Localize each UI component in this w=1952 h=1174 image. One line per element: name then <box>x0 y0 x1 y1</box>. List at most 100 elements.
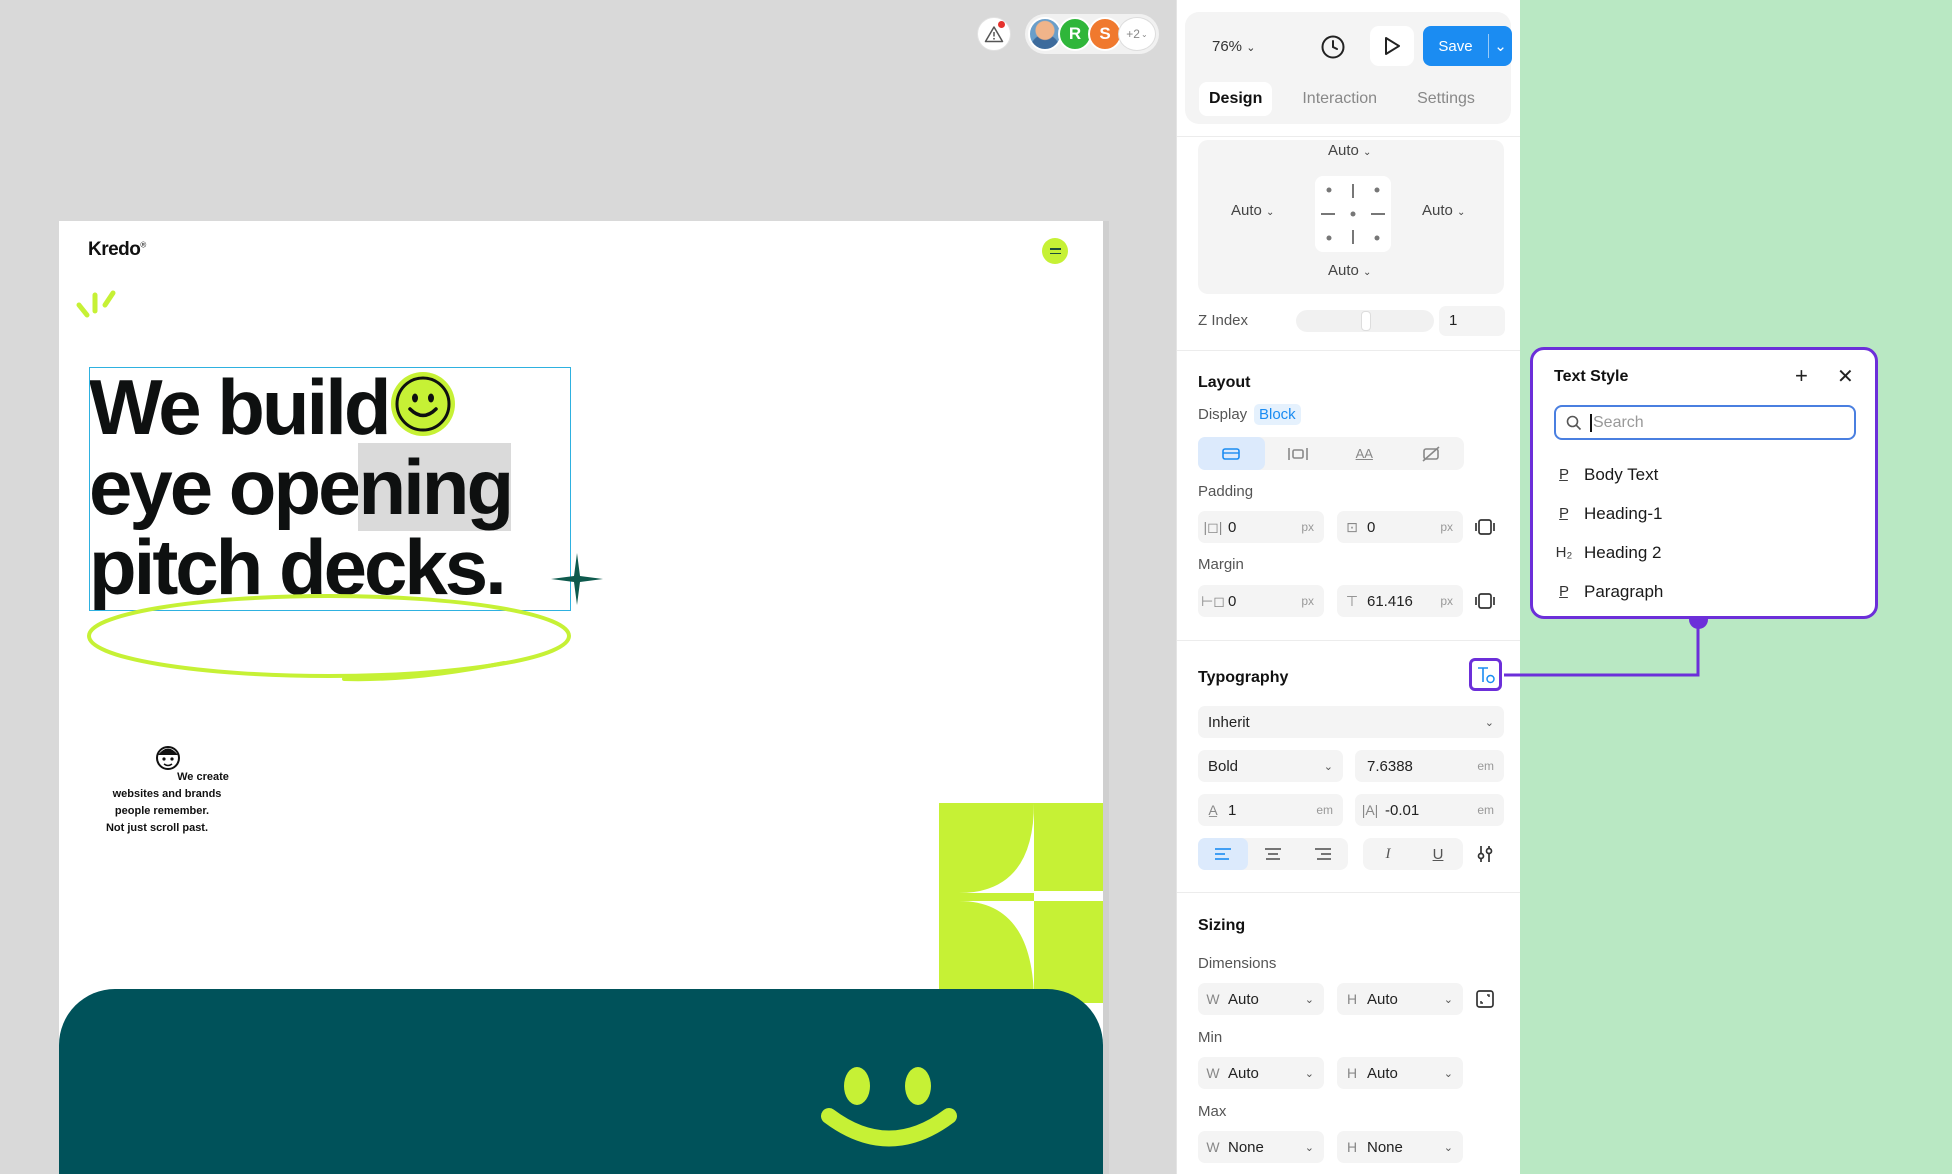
margin-individual-sides-icon[interactable] <box>1473 589 1497 613</box>
paragraph-style-icon: P̲ <box>1558 505 1569 522</box>
tagline-line: Not just scroll past. <box>105 822 209 834</box>
aspect-ratio-icon[interactable] <box>1473 987 1497 1011</box>
height-select[interactable]: H Auto ⌄ <box>1337 983 1463 1015</box>
save-label: Save <box>1438 37 1473 55</box>
align-right-icon <box>1315 848 1331 860</box>
style-item-heading-2[interactable]: H₂ Heading 2 <box>1554 533 1663 572</box>
position-left-select[interactable]: Auto ⌄ <box>1231 202 1274 219</box>
max-width-value: None <box>1228 1138 1264 1156</box>
max-height-select[interactable]: H None ⌄ <box>1337 1131 1463 1163</box>
position-top-value: Auto <box>1328 142 1359 159</box>
italic-option[interactable]: I <box>1363 838 1413 870</box>
display-flex-option[interactable] <box>1265 437 1332 470</box>
min-height-select[interactable]: H Auto ⌄ <box>1337 1057 1463 1089</box>
width-select[interactable]: W Auto ⌄ <box>1198 983 1324 1015</box>
chevron-down-icon: ⌄ <box>1323 760 1333 773</box>
underline-option[interactable]: U <box>1413 838 1463 870</box>
save-button[interactable]: Save ⌄ <box>1423 26 1512 66</box>
warnings-button[interactable] <box>977 17 1011 51</box>
typography-title: Typography <box>1198 669 1289 686</box>
collaborator-avatars[interactable]: R S +2 ⌄ <box>1025 14 1159 54</box>
history-clock-icon[interactable] <box>1320 34 1346 60</box>
tab-settings[interactable]: Settings <box>1407 82 1485 116</box>
font-size-input[interactable]: 7.6388 em <box>1355 750 1504 782</box>
text-style-icon <box>1477 666 1495 683</box>
display-inline-option[interactable]: AA <box>1331 437 1398 470</box>
style-item-heading-1[interactable]: P̲ Heading-1 <box>1554 494 1663 533</box>
display-value-badge[interactable]: Block <box>1254 404 1301 425</box>
min-label: Min <box>1198 1029 1223 1046</box>
close-icon[interactable]: ✕ <box>1837 364 1854 389</box>
align-center-icon <box>1265 848 1281 860</box>
avatar-s[interactable]: S <box>1088 17 1122 51</box>
chevron-down-icon: ⌄ <box>1443 1067 1453 1080</box>
height-letter: H <box>1346 1065 1358 1081</box>
collaboration-bar: R S +2 ⌄ <box>977 14 1159 54</box>
avatar-r[interactable]: R <box>1058 17 1092 51</box>
heading-2-icon: H₂ <box>1555 544 1573 561</box>
margin-horizontal-input[interactable]: ⊢◻ 0 px <box>1198 585 1324 617</box>
chevron-down-icon: ⌄ <box>1140 29 1148 39</box>
italic-icon: I <box>1385 845 1391 862</box>
padding-horizontal-icon: |◻| <box>1203 518 1223 535</box>
position-bottom-select[interactable]: Auto ⌄ <box>1328 262 1371 279</box>
properties-panel: 76% ⌄ Save ⌄ Design Interaction Settings… <box>1176 0 1520 1174</box>
line-height-icon: A̲ <box>1208 802 1218 818</box>
display-block-option[interactable] <box>1198 437 1265 470</box>
tab-interaction[interactable]: Interaction <box>1292 82 1387 116</box>
line-height-input[interactable]: A̲ 1 em <box>1198 794 1343 826</box>
more-count: +2 <box>1126 27 1140 41</box>
unit-label: em <box>1477 803 1494 817</box>
menu-button[interactable] <box>1042 238 1068 264</box>
more-collaborators-button[interactable]: +2 ⌄ <box>1118 17 1156 51</box>
block-icon <box>1222 447 1241 460</box>
padding-vertical-input[interactable]: ⊡ 0 px <box>1337 511 1463 543</box>
align-right-option[interactable] <box>1298 838 1348 870</box>
align-center-option[interactable] <box>1248 838 1298 870</box>
text-selection-highlight: ning <box>358 443 514 531</box>
position-right-select[interactable]: Auto ⌄ <box>1422 202 1465 219</box>
slider-thumb[interactable] <box>1361 311 1371 331</box>
chevron-down-icon: ⌄ <box>1304 1067 1314 1080</box>
sparkle-lines-icon <box>76 290 116 318</box>
preview-button[interactable] <box>1370 26 1414 66</box>
text-settings-sliders-icon[interactable] <box>1473 842 1497 866</box>
save-options-chevron-icon[interactable]: ⌄ <box>1488 34 1512 58</box>
font-weight-select[interactable]: Bold ⌄ <box>1198 750 1343 782</box>
text-style-button[interactable] <box>1469 658 1502 691</box>
display-none-option[interactable] <box>1398 437 1465 470</box>
position-editor: Auto ⌄ Auto ⌄ Auto ⌄ Auto ⌄ <box>1198 140 1504 294</box>
avatar[interactable] <box>1028 17 1062 51</box>
zoom-dropdown[interactable]: 76% ⌄ <box>1212 38 1255 55</box>
artboard-frame[interactable]: Kredo® We build eye opening pitch decks. <box>59 221 1109 1174</box>
min-width-select[interactable]: W Auto ⌄ <box>1198 1057 1324 1089</box>
style-item-paragraph[interactable]: P̲ Paragraph <box>1554 572 1663 611</box>
tab-design[interactable]: Design <box>1199 82 1273 116</box>
align-left-option[interactable] <box>1198 838 1248 870</box>
font-size-value: 7.6388 <box>1367 757 1413 775</box>
z-index-slider[interactable] <box>1296 310 1434 332</box>
style-item-body-text[interactable]: P̲ Body Text <box>1554 455 1663 494</box>
registered-mark: ® <box>140 240 146 250</box>
alignment-grid-icon[interactable] <box>1315 176 1391 252</box>
smile-face-icon <box>821 1067 957 1147</box>
style-search-input[interactable]: Search <box>1554 405 1856 440</box>
face-illustration-icon <box>156 746 180 770</box>
divider <box>1177 350 1520 351</box>
paragraph-style-icon: P̲ <box>1558 583 1569 600</box>
design-canvas[interactable]: R S +2 ⌄ Kredo® We build eye opening pitc… <box>0 0 1176 1174</box>
text-decoration-segmented: I U <box>1363 838 1463 870</box>
padding-horizontal-input[interactable]: |◻| 0 px <box>1198 511 1324 543</box>
padding-individual-sides-icon[interactable] <box>1473 515 1497 539</box>
letter-spacing-input[interactable]: |A| -0.01 em <box>1355 794 1504 826</box>
font-family-select[interactable]: Inherit ⌄ <box>1198 706 1504 738</box>
letter-spacing-value: -0.01 <box>1385 801 1420 819</box>
margin-label: Margin <box>1198 556 1244 573</box>
add-style-icon[interactable]: + <box>1795 363 1808 389</box>
position-top-select[interactable]: Auto ⌄ <box>1328 142 1371 159</box>
paragraph-style-icon: P̲ <box>1558 466 1569 483</box>
site-logo[interactable]: Kredo® <box>88 239 146 261</box>
margin-vertical-input[interactable]: ⊤ 61.416 px <box>1337 585 1463 617</box>
max-width-select[interactable]: W None ⌄ <box>1198 1131 1324 1163</box>
z-index-input[interactable]: 1 <box>1439 306 1505 336</box>
